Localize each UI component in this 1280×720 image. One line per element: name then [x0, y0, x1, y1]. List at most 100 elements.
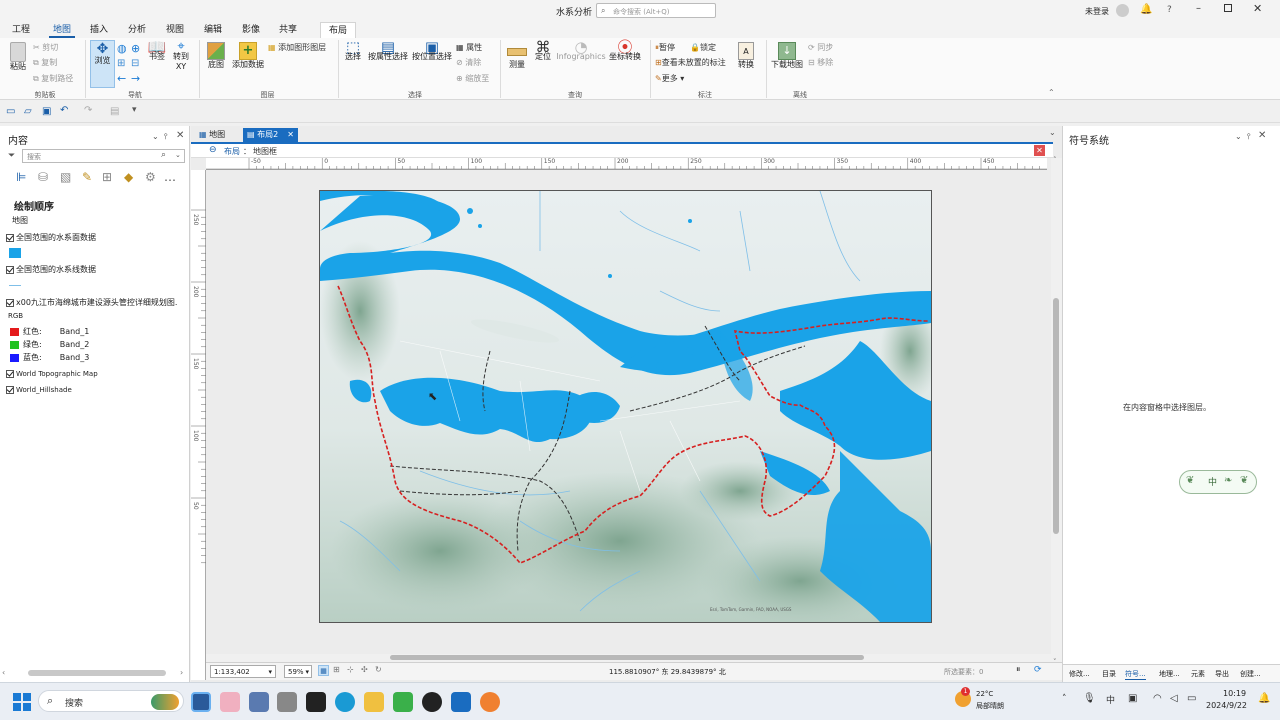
- file-explorer-icon[interactable]: [364, 692, 384, 712]
- fixed-zoom-icon[interactable]: ⊕: [131, 42, 140, 55]
- map-frame[interactable]: Esri, TomTom, Garmin, FAO, NOAA, USGS: [319, 190, 932, 623]
- layer-row[interactable]: 全国范围的水系面数据: [6, 232, 96, 243]
- rotate-icon[interactable]: ↻: [375, 665, 382, 674]
- copy-button[interactable]: ⧉ 复制: [33, 57, 57, 68]
- wifi-icon[interactable]: ◠: [1153, 693, 1162, 704]
- tab-create[interactable]: 创建...: [1240, 669, 1261, 679]
- arcgis-pro-app-icon[interactable]: [191, 692, 211, 712]
- coordinate-conversion-button[interactable]: ⦿ 坐标转换: [608, 40, 642, 62]
- clock-time[interactable]: 10:19: [1223, 689, 1246, 698]
- edge-icon[interactable]: [335, 692, 355, 712]
- minimize-button[interactable]: –: [1196, 3, 1201, 14]
- start-button[interactable]: [12, 692, 32, 712]
- more-options-icon[interactable]: …: [164, 170, 176, 184]
- blue-swatch[interactable]: [10, 353, 19, 362]
- command-search-input[interactable]: ⌕ 命令搜索 (Alt+Q): [596, 3, 716, 18]
- close-pane-icon[interactable]: ✕: [176, 130, 184, 141]
- filter-icon[interactable]: ⏷: [8, 151, 15, 161]
- red-swatch[interactable]: [10, 327, 19, 336]
- new-project-icon[interactable]: ▭: [6, 106, 15, 117]
- measure-button[interactable]: 测量: [506, 42, 528, 70]
- fixed-scale-icon[interactable]: ▦: [318, 665, 329, 676]
- clear-selection-button[interactable]: ⊘ 清除: [456, 57, 481, 68]
- wechat-icon[interactable]: [393, 692, 413, 712]
- layer-checkbox[interactable]: [6, 265, 14, 274]
- pane-options-icon[interactable]: ⌄: [152, 132, 159, 141]
- explore-button[interactable]: ✥ 浏览: [90, 40, 115, 88]
- list-by-perspective-icon[interactable]: ⚙: [145, 170, 156, 184]
- view-tab-layout2[interactable]: ▤ 布局2 ✕: [243, 128, 298, 142]
- tab-export[interactable]: 导出: [1215, 669, 1229, 679]
- close-tab-icon[interactable]: ✕: [287, 128, 294, 142]
- contents-search-input[interactable]: 搜索 ⌕ ⌄: [22, 149, 185, 163]
- convert-labels-button[interactable]: A 转换: [736, 42, 756, 70]
- tab-geoprocessing[interactable]: 地理...: [1159, 669, 1180, 679]
- zoom-in-icon[interactable]: ⊞: [117, 58, 125, 69]
- zoom-out-icon[interactable]: ⊟: [131, 58, 139, 69]
- vertical-scrollbar[interactable]: ˄ ˅: [1051, 156, 1062, 670]
- select-by-attributes-button[interactable]: ▤ 按属性选择: [367, 40, 409, 62]
- open-project-icon[interactable]: ▱: [24, 106, 32, 117]
- weather-icon[interactable]: 1: [955, 687, 971, 707]
- pause-drawing-icon[interactable]: ⏸: [1016, 665, 1021, 675]
- pause-labeling-button[interactable]: ⏸暂停: [655, 42, 675, 53]
- select-button[interactable]: ⬚ 选择: [343, 40, 363, 62]
- download-map-button[interactable]: ↓ 下载地图: [771, 42, 803, 70]
- redo-icon[interactable]: ↷: [84, 105, 92, 116]
- customize-qat-icon[interactable]: ▾: [132, 105, 137, 115]
- basemap-button[interactable]: 底图: [205, 42, 227, 70]
- view-unplaced-button[interactable]: ⊞查看未放置的标注: [655, 57, 726, 68]
- app-icon[interactable]: [480, 692, 500, 712]
- list-by-drawing-order-icon[interactable]: ⊫: [16, 170, 26, 184]
- forward-arrow-icon[interactable]: →: [131, 72, 140, 85]
- refresh-icon[interactable]: ⟳: [1034, 665, 1042, 675]
- tab-elements[interactable]: 元素: [1191, 669, 1205, 679]
- pin-icon[interactable]: ⫯: [1247, 132, 1250, 142]
- attributes-button[interactable]: ▦ 属性: [456, 42, 482, 53]
- volume-icon[interactable]: ◁: [1170, 693, 1178, 704]
- close-activation-button[interactable]: ✕: [1034, 145, 1045, 156]
- save-project-icon[interactable]: ▣: [42, 106, 51, 117]
- undo-icon[interactable]: ↶: [60, 105, 68, 116]
- taskbar-search[interactable]: ⌕ 搜索: [38, 690, 184, 712]
- help-icon[interactable]: ?: [1167, 5, 1172, 15]
- maximize-button[interactable]: [1224, 4, 1232, 12]
- list-by-labeling-icon[interactable]: ◆: [124, 170, 133, 184]
- view-tab-map[interactable]: ▦ 地图: [195, 128, 229, 142]
- zoom-combobox[interactable]: 59% ▾: [284, 665, 312, 678]
- notification-icon[interactable]: 🔔: [1140, 4, 1152, 15]
- tab-share[interactable]: 共享: [275, 22, 301, 38]
- water-line-symbol[interactable]: [9, 285, 21, 286]
- guides-icon[interactable]: ⊹: [347, 665, 354, 674]
- map-image[interactable]: Esri, TomTom, Garmin, FAO, NOAA, USGS: [320, 191, 931, 622]
- tab-analysis[interactable]: 分析: [124, 22, 150, 38]
- ime-icon[interactable]: 中: [1106, 693, 1115, 706]
- green-swatch[interactable]: [10, 340, 19, 349]
- app-icon[interactable]: [277, 692, 297, 712]
- scroll-right-arrow[interactable]: ›: [180, 668, 183, 677]
- close-button[interactable]: ✕: [1253, 2, 1262, 15]
- layer-checkbox[interactable]: [6, 233, 14, 242]
- tab-view[interactable]: 视图: [162, 22, 188, 38]
- pane-options-icon[interactable]: ⌄: [1235, 132, 1242, 141]
- close-pane-icon[interactable]: ✕: [1258, 130, 1266, 141]
- back-arrow-icon[interactable]: ←: [117, 72, 126, 85]
- water-polygon-symbol[interactable]: [9, 248, 21, 258]
- layer-checkbox[interactable]: [6, 386, 14, 394]
- selected-features-count[interactable]: 所选要素：0: [944, 667, 983, 677]
- tab-insert[interactable]: 插入: [86, 22, 112, 38]
- zoom-to-selection-button[interactable]: ⊕ 缩放至: [456, 73, 489, 84]
- tab-edit[interactable]: 编辑: [200, 22, 226, 38]
- clock-date[interactable]: 2024/9/22: [1206, 701, 1247, 710]
- more-labeling-button[interactable]: ✎更多 ▾: [655, 73, 684, 84]
- list-by-snapping-icon[interactable]: ⊞: [102, 170, 112, 184]
- tray-overflow-icon[interactable]: ˄: [1062, 694, 1067, 704]
- user-label[interactable]: 未登录: [1085, 6, 1109, 17]
- tab-layout[interactable]: 布局: [320, 22, 356, 38]
- collapse-ribbon-icon[interactable]: ⌃: [1048, 88, 1055, 97]
- tab-catalog[interactable]: 目录: [1102, 669, 1116, 679]
- back-icon[interactable]: ⊖: [209, 145, 217, 155]
- input-method-widget[interactable]: ❦ 中 ❧ ❦: [1179, 470, 1257, 494]
- map-node[interactable]: 地图: [12, 215, 28, 226]
- infographics-button[interactable]: ◔ Infographics: [556, 40, 606, 62]
